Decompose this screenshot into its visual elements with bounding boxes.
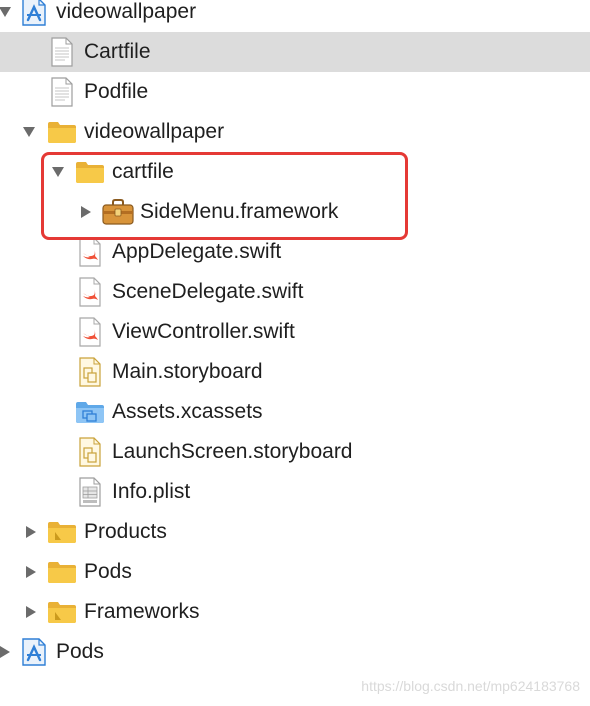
nav-row-pods-folder[interactable]: Pods <box>0 552 590 592</box>
asset-catalog-icon <box>74 392 106 432</box>
disclosure-expanded-icon[interactable] <box>20 112 38 152</box>
nav-item-label: Cartfile <box>84 40 151 63</box>
nav-item-label: videowallpaper <box>56 0 197 23</box>
nav-item-label: videowallpaper <box>84 120 225 143</box>
project-navigator: videowallpaper Cartfile Podfile videowal… <box>0 0 590 706</box>
products-folder-icon <box>46 592 78 632</box>
framework-toolbox-icon <box>102 192 134 232</box>
nav-row-project-videowallpaper[interactable]: videowallpaper <box>0 0 590 32</box>
text-file-icon <box>46 32 78 72</box>
disclosure-expanded-icon[interactable] <box>0 0 14 32</box>
disclosure-collapsed-icon[interactable] <box>22 592 40 632</box>
nav-row-scenedelegate-swift[interactable]: SceneDelegate.swift <box>0 272 590 312</box>
nav-item-label: SceneDelegate.swift <box>112 280 304 303</box>
disclosure-expanded-icon[interactable] <box>49 152 67 192</box>
nav-item-label: cartfile <box>112 160 174 183</box>
watermark: https://blog.csdn.net/mp624183768 <box>361 678 580 694</box>
storyboard-file-icon <box>74 352 106 392</box>
nav-row-assets-xcassets[interactable]: Assets.xcassets <box>0 392 590 432</box>
folder-icon <box>46 112 78 152</box>
nav-row-folder-cartfile[interactable]: cartfile <box>0 152 590 192</box>
folder-icon <box>74 152 106 192</box>
disclosure-collapsed-icon[interactable] <box>22 552 40 592</box>
nav-row-products[interactable]: Products <box>0 512 590 552</box>
nav-item-label: ViewController.swift <box>112 320 295 343</box>
swift-file-icon <box>74 312 106 352</box>
nav-row-appdelegate-swift[interactable]: AppDelegate.swift <box>0 232 590 272</box>
nav-item-label: Assets.xcassets <box>112 400 263 423</box>
nav-item-label: SideMenu.framework <box>140 200 339 223</box>
nav-row-frameworks[interactable]: Frameworks <box>0 592 590 632</box>
nav-row-viewcontroller-swift[interactable]: ViewController.swift <box>0 312 590 352</box>
xcode-project-icon <box>18 0 50 32</box>
plist-file-icon <box>74 472 106 512</box>
nav-item-label: Podfile <box>84 80 149 103</box>
folder-icon <box>46 552 78 592</box>
disclosure-collapsed-icon[interactable] <box>77 192 95 232</box>
disclosure-collapsed-icon[interactable] <box>22 512 40 552</box>
nav-row-group-videowallpaper[interactable]: videowallpaper <box>0 112 590 152</box>
nav-item-label: Frameworks <box>84 600 200 623</box>
nav-item-label: Pods <box>56 640 104 663</box>
disclosure-collapsed-icon[interactable] <box>0 632 14 672</box>
nav-row-cartfile[interactable]: Cartfile <box>0 32 590 72</box>
nav-item-label: Pods <box>84 560 132 583</box>
nav-item-label: LaunchScreen.storyboard <box>112 440 353 463</box>
swift-file-icon <box>74 232 106 272</box>
text-file-icon <box>46 72 78 112</box>
nav-row-podfile[interactable]: Podfile <box>0 72 590 112</box>
storyboard-file-icon <box>74 432 106 472</box>
nav-row-main-storyboard[interactable]: Main.storyboard <box>0 352 590 392</box>
xcode-project-icon <box>18 632 50 672</box>
nav-row-launchscreen-storyboard[interactable]: LaunchScreen.storyboard <box>0 432 590 472</box>
nav-item-label: Info.plist <box>112 480 191 503</box>
nav-item-label: AppDelegate.swift <box>112 240 282 263</box>
nav-item-label: Products <box>84 520 167 543</box>
nav-row-info-plist[interactable]: Info.plist <box>0 472 590 512</box>
products-folder-icon <box>46 512 78 552</box>
nav-item-label: Main.storyboard <box>112 360 263 383</box>
nav-row-project-pods[interactable]: Pods <box>0 632 590 672</box>
swift-file-icon <box>74 272 106 312</box>
nav-row-sidemenu-framework[interactable]: SideMenu.framework <box>0 192 590 232</box>
